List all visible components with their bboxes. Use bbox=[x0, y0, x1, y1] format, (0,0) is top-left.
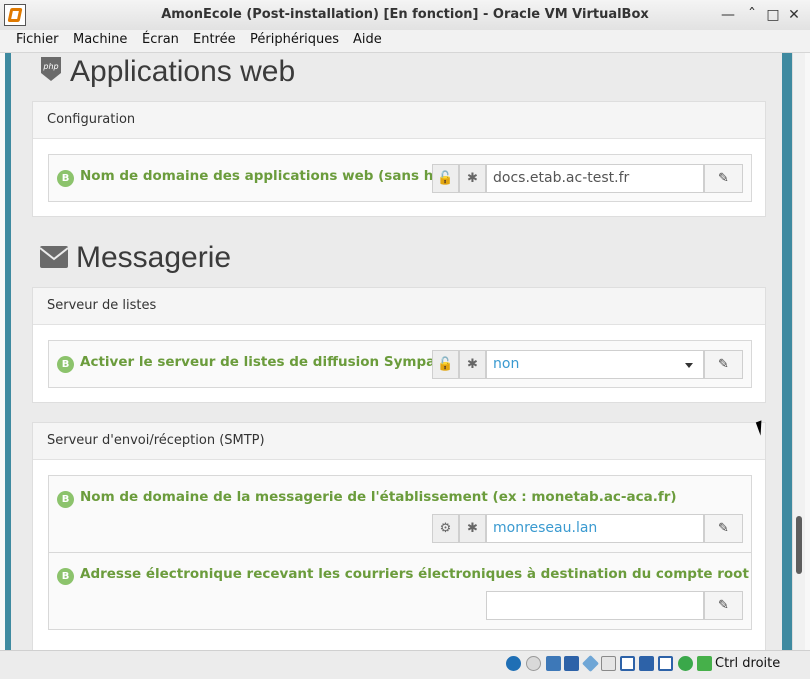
maximize-icon[interactable]: □ bbox=[765, 7, 781, 23]
section-title-web: php Applications web bbox=[40, 55, 295, 90]
guest-additions-icon[interactable] bbox=[678, 656, 693, 671]
video-capture-icon[interactable] bbox=[639, 656, 654, 671]
web-domain-input[interactable]: docs.etab.ac-test.fr bbox=[486, 164, 704, 193]
minimize-icon[interactable]: — bbox=[720, 7, 736, 23]
field-label: Activer le serveur de listes de diffusio… bbox=[80, 354, 436, 370]
basic-badge: B bbox=[57, 356, 74, 373]
restore-icon[interactable]: ˆ bbox=[744, 7, 760, 23]
edit-button[interactable]: ✎ bbox=[704, 164, 743, 193]
menubar: Fichier Machine Écran Entrée Périphériqu… bbox=[0, 30, 810, 53]
menu-ecran[interactable]: Écran bbox=[142, 32, 179, 47]
panel-configuration: Configuration B Nom de domaine des appli… bbox=[32, 101, 766, 217]
field-label: Adresse électronique recevant les courri… bbox=[80, 566, 749, 582]
display-icon[interactable] bbox=[620, 656, 635, 671]
edit-button[interactable]: ✎ bbox=[704, 591, 743, 620]
unlock-icon[interactable]: 🔓 bbox=[432, 350, 459, 379]
unlock-icon[interactable]: 🔓 bbox=[432, 164, 459, 193]
field-root-email: B Adresse électronique recevant les cour… bbox=[48, 552, 752, 630]
basic-badge: B bbox=[57, 491, 74, 508]
asterisk-icon: ✱ bbox=[459, 164, 486, 193]
asterisk-icon: ✱ bbox=[459, 350, 486, 379]
page-content: php Applications web Configuration B Nom… bbox=[11, 53, 782, 650]
edit-button[interactable]: ✎ bbox=[704, 514, 743, 543]
window-titlebar: AmonEcole (Post-installation) [En foncti… bbox=[0, 0, 810, 31]
envelope-icon bbox=[39, 242, 69, 276]
panel-title: Serveur d'envoi/réception (SMTP) bbox=[33, 423, 765, 460]
field-label: Nom de domaine de la messagerie de l'éta… bbox=[80, 489, 677, 505]
close-icon[interactable]: ✕ bbox=[786, 7, 802, 23]
section-title-mail: Messagerie bbox=[39, 241, 232, 276]
panel-title: Configuration bbox=[33, 102, 765, 139]
sympa-select[interactable]: non bbox=[486, 350, 704, 379]
scrollbar-thumb[interactable] bbox=[796, 516, 802, 574]
field-web-domain: B Nom de domaine des applications web (s… bbox=[48, 154, 752, 202]
svg-text:php: php bbox=[42, 62, 58, 71]
gears-icon[interactable]: ⚙ bbox=[432, 514, 459, 543]
panel-title: Serveur de listes bbox=[33, 288, 765, 325]
field-smtp-domain: B Nom de domaine de la messagerie de l'é… bbox=[48, 475, 752, 553]
basic-badge: B bbox=[57, 568, 74, 585]
edit-button[interactable]: ✎ bbox=[704, 350, 743, 379]
panel-smtp: Serveur d'envoi/réception (SMTP) B Nom d… bbox=[32, 422, 766, 650]
php-icon: php bbox=[40, 56, 62, 90]
root-email-input[interactable] bbox=[486, 591, 704, 620]
network-icon[interactable] bbox=[564, 656, 579, 671]
menu-machine[interactable]: Machine bbox=[73, 32, 127, 47]
menu-peripheriques[interactable]: Périphériques bbox=[250, 32, 339, 47]
field-sympa: B Activer le serveur de listes de diffus… bbox=[48, 340, 752, 388]
host-key-label: Ctrl droite bbox=[715, 656, 781, 671]
statusbar: Ctrl droite bbox=[0, 650, 810, 679]
section-title-mail-text: Messagerie bbox=[76, 241, 232, 274]
keyboard-capture-icon[interactable] bbox=[697, 656, 712, 671]
hard-disk-icon[interactable] bbox=[506, 656, 521, 671]
asterisk-icon: ✱ bbox=[459, 514, 486, 543]
window-title: AmonEcole (Post-installation) [En foncti… bbox=[161, 7, 649, 22]
chevron-down-icon bbox=[685, 363, 693, 368]
menu-fichier[interactable]: Fichier bbox=[16, 32, 59, 47]
scrollbar[interactable] bbox=[792, 53, 805, 650]
guest-display[interactable]: php Applications web Configuration B Nom… bbox=[0, 53, 810, 650]
smtp-domain-input[interactable]: monreseau.lan bbox=[486, 514, 704, 543]
right-accent-bar bbox=[782, 53, 792, 650]
menu-entree[interactable]: Entrée bbox=[193, 32, 236, 47]
vt-x-icon[interactable] bbox=[658, 656, 673, 671]
basic-badge: B bbox=[57, 170, 74, 187]
optical-drive-icon[interactable] bbox=[526, 656, 541, 671]
usb-icon[interactable] bbox=[582, 655, 599, 672]
shared-folder-icon[interactable] bbox=[601, 656, 616, 671]
audio-icon[interactable] bbox=[546, 656, 561, 671]
panel-serveur-listes: Serveur de listes B Activer le serveur d… bbox=[32, 287, 766, 403]
section-title-web-text: Applications web bbox=[70, 55, 296, 88]
sympa-select-value: non bbox=[493, 356, 520, 372]
field-label: Nom de domaine des applications web (san… bbox=[80, 168, 478, 184]
menu-aide[interactable]: Aide bbox=[353, 32, 382, 47]
